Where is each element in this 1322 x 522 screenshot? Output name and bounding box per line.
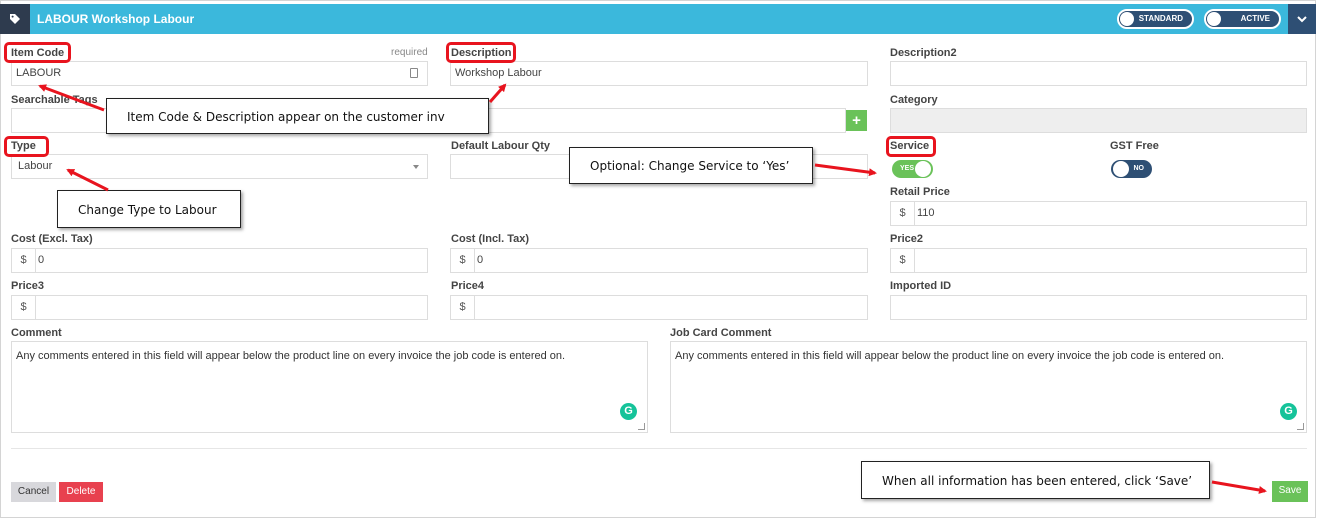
description2-label: Description2 — [890, 47, 957, 59]
standard-toggle[interactable]: STANDARD — [1117, 9, 1194, 29]
description-highlight — [446, 42, 516, 63]
price3-input[interactable]: $ — [11, 295, 428, 320]
tag-icon — [0, 4, 30, 34]
service-highlight — [886, 136, 936, 157]
gst-free-switch-state: NO — [1133, 165, 1145, 172]
service-callout: Optional: Change Service to ‘Yes’ — [569, 147, 813, 184]
item-code-highlight — [4, 42, 71, 63]
type-value: Labour — [18, 160, 53, 172]
add-icon[interactable]: + — [846, 110, 867, 131]
job-card-comment-label: Job Card Comment — [670, 327, 772, 339]
gst-free-label: GST Free — [1110, 140, 1159, 152]
resize-handle-icon[interactable] — [1297, 423, 1304, 430]
divider — [11, 448, 1307, 449]
default-labour-qty-label: Default Labour Qty — [451, 140, 551, 152]
currency-prefix: $ — [891, 202, 915, 225]
comment-label: Comment — [11, 327, 62, 339]
cost-incl-value: 0 — [477, 254, 484, 266]
chevron-down-icon[interactable] — [1288, 4, 1316, 34]
service-switch-state: YES — [900, 165, 915, 172]
price2-label: Price2 — [890, 233, 924, 245]
price4-label: Price4 — [451, 280, 485, 292]
retail-price-input[interactable]: $ 110 — [890, 201, 1307, 226]
searchable-tags-label: Searchable Tags — [11, 94, 98, 106]
item-code-value: LABOUR — [16, 67, 62, 79]
page-title: LABOUR Workshop Labour — [37, 12, 195, 26]
delete-button[interactable]: Delete — [59, 482, 103, 502]
cost-incl-label: Cost (Incl. Tax) — [451, 233, 530, 245]
cost-excl-value: 0 — [38, 254, 45, 266]
type-highlight — [4, 136, 49, 157]
switch-knob — [1113, 161, 1129, 177]
currency-prefix: $ — [451, 296, 475, 319]
category-input[interactable] — [890, 108, 1307, 133]
type-select[interactable]: Labour — [11, 154, 428, 179]
job-card-comment-textarea[interactable]: Any comments entered in this field will … — [670, 341, 1307, 433]
currency-prefix: $ — [12, 296, 36, 319]
cost-excl-label: Cost (Excl. Tax) — [11, 233, 93, 245]
type-callout: Change Type to Labour — [57, 190, 241, 228]
toggle-knob — [1207, 12, 1221, 26]
service-switch[interactable]: YES — [892, 160, 933, 178]
active-toggle-label: ACTIVE — [1240, 14, 1270, 23]
price3-label: Price3 — [11, 280, 45, 292]
active-toggle[interactable]: ACTIVE — [1204, 9, 1281, 29]
retail-price-value: 110 — [917, 207, 935, 219]
gst-free-switch[interactable]: NO — [1111, 160, 1152, 178]
save-callout: When all information has been entered, c… — [861, 461, 1210, 499]
description-input[interactable]: Workshop Labour — [450, 61, 868, 86]
resize-handle-icon[interactable] — [638, 423, 645, 430]
price2-input[interactable]: $ — [890, 248, 1307, 273]
keypad-icon[interactable] — [410, 68, 418, 78]
item-code-input[interactable]: LABOUR — [11, 61, 428, 86]
imported-id-input[interactable] — [890, 295, 1307, 320]
job-card-comment-value: Any comments entered in this field will … — [675, 350, 1225, 362]
item-code-description-callout: Item Code & Description appear on the cu… — [106, 98, 489, 134]
save-button[interactable]: Save — [1272, 481, 1308, 502]
currency-prefix: $ — [451, 249, 475, 272]
cancel-button[interactable]: Cancel — [11, 482, 56, 502]
category-label: Category — [890, 94, 938, 106]
currency-prefix: $ — [12, 249, 36, 272]
standard-toggle-label: STANDARD — [1138, 14, 1183, 23]
price4-input[interactable]: $ — [450, 295, 868, 320]
cost-excl-input[interactable]: $ 0 — [11, 248, 428, 273]
switch-knob — [915, 161, 931, 177]
group-input[interactable] — [450, 108, 846, 133]
retail-price-label: Retail Price — [890, 186, 950, 198]
grammarly-icon[interactable]: G — [1280, 403, 1297, 420]
cost-incl-input[interactable]: $ 0 — [450, 248, 868, 273]
description2-input[interactable] — [890, 61, 1307, 86]
comment-value: Any comments entered in this field will … — [16, 350, 566, 362]
toggle-knob — [1120, 12, 1134, 26]
grammarly-icon[interactable]: G — [620, 403, 637, 420]
header-bar: LABOUR Workshop Labour STANDARD ACTIVE — [0, 4, 1316, 34]
comment-textarea[interactable]: Any comments entered in this field will … — [11, 341, 648, 433]
caret-down-icon — [413, 165, 419, 169]
description-value: Workshop Labour — [455, 67, 542, 79]
imported-id-label: Imported ID — [890, 280, 952, 292]
currency-prefix: $ — [891, 249, 915, 272]
required-note: required — [391, 47, 428, 58]
